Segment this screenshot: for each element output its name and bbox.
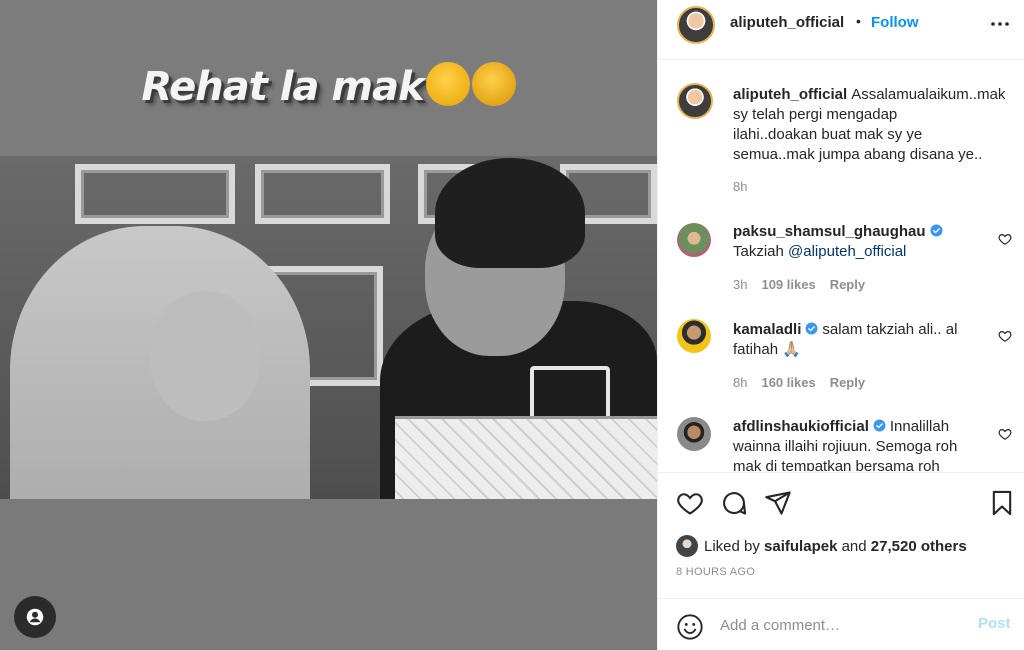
comment-mention-link[interactable]: @aliputeh_official [788, 243, 906, 260]
comment-bubble-icon[interactable] [720, 489, 748, 517]
comment-meta: 8h [733, 179, 761, 194]
comment-likes[interactable]: 160 likes [761, 375, 815, 390]
likes-conjunction: and [841, 537, 867, 555]
user-tag-icon [26, 608, 44, 626]
more-options-icon[interactable] [988, 12, 1012, 36]
likes-prefix: Liked by [704, 537, 760, 555]
save-bookmark-icon[interactable] [988, 489, 1016, 517]
comments-list[interactable]: aliputeh_official Assalamualaikum..mak sy… [658, 61, 1024, 471]
comment-input[interactable] [720, 614, 970, 636]
emoji-picker-icon[interactable] [676, 613, 704, 641]
like-comment-heart-icon[interactable] [998, 329, 1012, 343]
verified-badge-icon [873, 419, 886, 432]
caption: aliputeh_official Assalamualaikum..mak sy… [733, 85, 1005, 165]
verified-badge-icon [930, 224, 943, 237]
comment-meta: 8h 160 likes Reply [733, 375, 879, 390]
like-comment-heart-icon[interactable] [998, 427, 1012, 441]
post-media[interactable]: Rehat la mak [0, 0, 657, 650]
comment: paksu_shamsul_ghaughau Takziah @aliputeh_… [733, 222, 983, 262]
follow-button[interactable]: Follow [871, 14, 919, 31]
comment-username[interactable]: paksu_shamsul_ghaughau [733, 223, 926, 240]
comment-text: Takziah [733, 243, 789, 260]
comment-meta: 3h 109 likes Reply [733, 277, 879, 292]
add-comment-bar: Post [658, 598, 1024, 650]
media-overlay-text: Rehat la mak [141, 64, 424, 110]
post-comment-button[interactable]: Post [978, 615, 1011, 632]
comment-username[interactable]: aliputeh_official [733, 86, 847, 103]
liker-avatar[interactable] [676, 535, 698, 557]
post-timestamp[interactable]: 8 HOURS AGO [676, 566, 755, 578]
comment: kamaladli salam takziah ali.. al fatihah … [733, 320, 983, 360]
photo-woman-figure [0, 206, 330, 499]
header-separator: • [856, 13, 861, 29]
commenter-avatar[interactable] [677, 223, 711, 257]
like-comment-heart-icon[interactable] [998, 232, 1012, 246]
commenter-avatar[interactable] [677, 319, 711, 353]
comment-time[interactable]: 8h [733, 179, 747, 194]
comment: afdlinshaukiofficial Innalillah wainna il… [733, 417, 983, 471]
raised-hands-emoji-icon [471, 62, 516, 106]
comment-username[interactable]: kamaladli [733, 321, 801, 338]
reply-button[interactable]: Reply [830, 277, 865, 292]
commenter-avatar[interactable] [677, 417, 711, 451]
like-heart-icon[interactable] [676, 489, 704, 517]
media-bottom-band [0, 499, 657, 650]
post-side-panel: aliputeh_official • Follow aliputeh_offi… [657, 0, 1024, 650]
reply-button[interactable]: Reply [830, 375, 865, 390]
verified-badge-icon [805, 322, 818, 335]
author-avatar[interactable] [677, 6, 715, 44]
share-paper-plane-icon[interactable] [764, 489, 792, 517]
woman-face-shape [150, 291, 260, 421]
post-photo [0, 156, 657, 499]
media-overlay-caption: Rehat la mak [0, 62, 657, 110]
comment-username[interactable]: afdlinshaukiofficial [733, 418, 869, 435]
post-actions-bar [658, 472, 1024, 532]
tagged-users-button[interactable] [14, 596, 56, 638]
crying-face-emoji-icon [425, 62, 470, 106]
author-avatar[interactable] [677, 83, 713, 119]
man-hair-shape [435, 158, 585, 268]
comment-time[interactable]: 8h [733, 375, 747, 390]
post-header: aliputeh_official • Follow [658, 0, 1024, 60]
patterned-cushion [395, 416, 657, 499]
comment-time[interactable]: 3h [733, 277, 747, 292]
likes-others-count[interactable]: 27,520 others [871, 538, 967, 555]
author-username[interactable]: aliputeh_official [730, 14, 844, 31]
likes-summary[interactable]: Liked by saifulapek and 27,520 others [676, 535, 967, 557]
comment-likes[interactable]: 109 likes [761, 277, 815, 292]
liker-username[interactable]: saifulapek [764, 538, 837, 555]
